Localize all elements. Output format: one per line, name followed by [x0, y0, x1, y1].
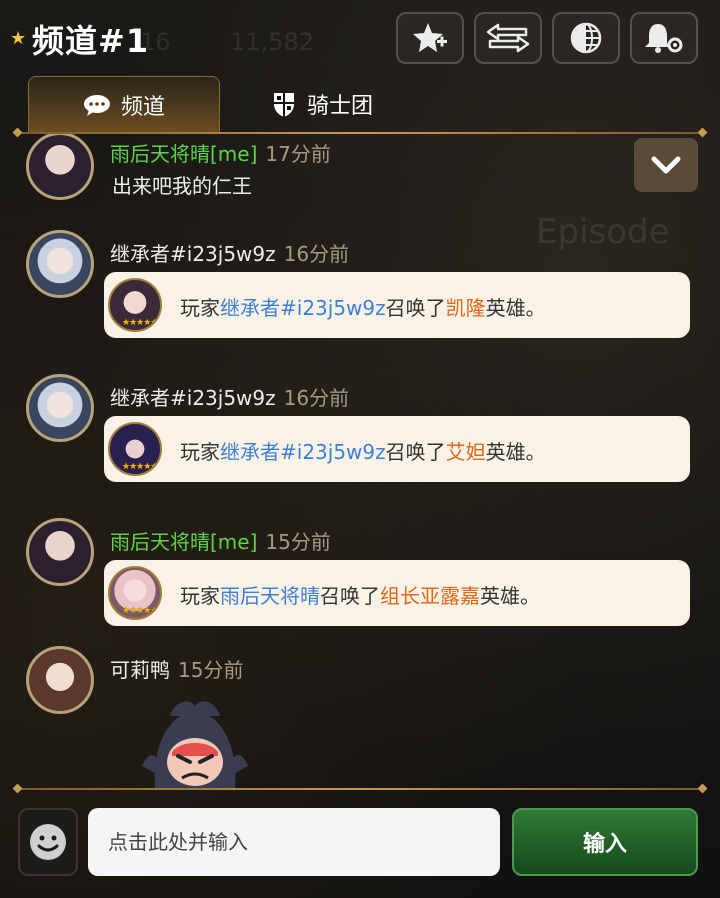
notification-settings-button[interactable] — [630, 12, 698, 64]
summon-notice-text: 玩家雨后天将晴召唤了组长亚露嘉英雄。 — [180, 584, 540, 608]
globe-icon — [570, 22, 602, 54]
summon-notice-text: 玩家继承者#i23j5w9z召唤了凯隆英雄。 — [180, 296, 546, 320]
player-name[interactable]: 雨后天将晴 — [220, 584, 320, 608]
chat-input[interactable] — [88, 808, 500, 876]
message-time: 15分前 — [178, 658, 244, 682]
tab-guild[interactable]: 骑士团 — [262, 76, 382, 132]
favorite-add-button[interactable] — [396, 12, 464, 64]
avatar[interactable] — [26, 134, 94, 200]
summon-notice-card[interactable]: ★★★★★ 玩家继承者#i23j5w9z召唤了艾妲英雄。 — [104, 416, 690, 482]
message-header: 雨后天将晴[me] 15分前 — [110, 526, 331, 555]
star-plus-icon — [413, 23, 447, 52]
star-rating-icon: ★★★★★ — [122, 606, 158, 616]
message-header: 可莉鸭 15分前 — [110, 654, 243, 683]
message-header: 继承者#i23j5w9z 16分前 — [110, 382, 349, 411]
send-button[interactable]: 输入 — [512, 808, 698, 876]
sender-name[interactable]: 继承者#i23j5w9z — [110, 386, 276, 410]
summon-notice-text: 玩家继承者#i23j5w9z召唤了艾妲英雄。 — [180, 440, 546, 464]
language-button[interactable] — [552, 12, 620, 64]
switch-channel-button[interactable] — [474, 12, 542, 64]
bell-settings-icon — [645, 24, 683, 53]
tab-channel[interactable]: 频道 — [28, 76, 220, 132]
player-name[interactable]: 继承者#i23j5w9z — [220, 440, 386, 464]
avatar[interactable] — [26, 518, 94, 586]
hero-avatar: ★★★★★ — [108, 566, 162, 620]
summon-notice-card[interactable]: ★★★★★ 玩家雨后天将晴召唤了组长亚露嘉英雄。 — [104, 560, 690, 626]
avatar[interactable] — [26, 646, 94, 714]
hero-name[interactable]: 组长亚露嘉 — [380, 584, 480, 608]
sender-name[interactable]: 雨后天将晴[me] — [110, 530, 257, 554]
summon-notice-card[interactable]: ★★★★★ 玩家继承者#i23j5w9z召唤了凯隆英雄。 — [104, 272, 690, 338]
hero-name[interactable]: 艾妲 — [446, 440, 486, 464]
star-rating-icon: ★★★★★ — [122, 318, 158, 328]
message-time: 16分前 — [283, 242, 350, 266]
hero-avatar: ★★★★★ — [108, 278, 162, 332]
angry-face-sticker[interactable] — [140, 696, 250, 788]
sender-name[interactable]: 雨后天将晴[me] — [110, 142, 257, 166]
player-name[interactable]: 继承者#i23j5w9z — [220, 296, 386, 320]
tab-channel-label: 频道 — [120, 94, 165, 120]
favorite-star-icon: ★ — [10, 28, 27, 49]
message-header: 雨后天将晴[me] 17分前 — [110, 138, 331, 167]
message-text: 出来吧我的仁王 — [112, 174, 252, 198]
channel-title: 频道#1 — [32, 22, 150, 60]
chat-bubble-icon — [83, 94, 110, 116]
chat-message-list[interactable]: 雨后天将晴[me] 17分前 出来吧我的仁王 继承者#i23j5w9z 16分前 ★… — [0, 134, 720, 786]
avatar[interactable] — [26, 374, 94, 442]
swap-arrows-icon — [486, 23, 530, 53]
sender-name[interactable]: 继承者#i23j5w9z — [110, 242, 276, 266]
message-time: 16分前 — [283, 386, 350, 410]
scroll-to-bottom-button[interactable] — [634, 138, 698, 192]
message-time: 15分前 — [265, 530, 331, 554]
star-rating-icon: ★★★★★ — [122, 462, 158, 472]
guild-shield-icon — [273, 93, 294, 117]
tab-guild-label: 骑士团 — [306, 94, 373, 119]
chat-header: ★ 频道#1 — [0, 0, 720, 76]
avatar[interactable] — [26, 230, 94, 298]
emoji-face-icon — [30, 824, 66, 860]
emoji-button[interactable] — [18, 808, 78, 876]
message-time: 17分前 — [265, 142, 331, 166]
message-header: 继承者#i23j5w9z 16分前 — [110, 238, 349, 267]
chevron-down-icon — [651, 156, 681, 174]
sender-name[interactable]: 可莉鸭 — [110, 658, 170, 682]
hero-name[interactable]: 凯隆 — [446, 296, 486, 320]
hero-avatar: ★★★★★ — [108, 422, 162, 476]
input-divider — [18, 788, 702, 790]
